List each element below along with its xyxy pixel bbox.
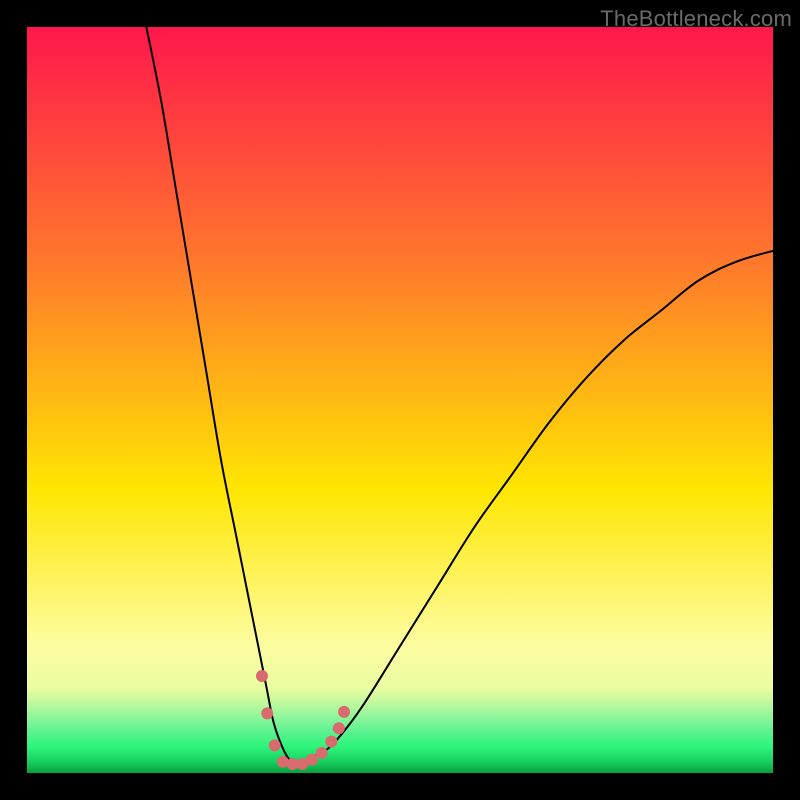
bottleneck-chart (27, 27, 773, 773)
marker-dot (306, 754, 318, 766)
marker-dot (269, 739, 281, 751)
marker-dot (325, 736, 337, 748)
plot-frame (27, 27, 773, 773)
marker-dot (261, 707, 273, 719)
marker-dot (316, 747, 328, 759)
gradient-background (27, 27, 773, 773)
marker-dot (338, 706, 350, 718)
marker-dot (333, 722, 345, 734)
marker-dot (256, 670, 268, 682)
